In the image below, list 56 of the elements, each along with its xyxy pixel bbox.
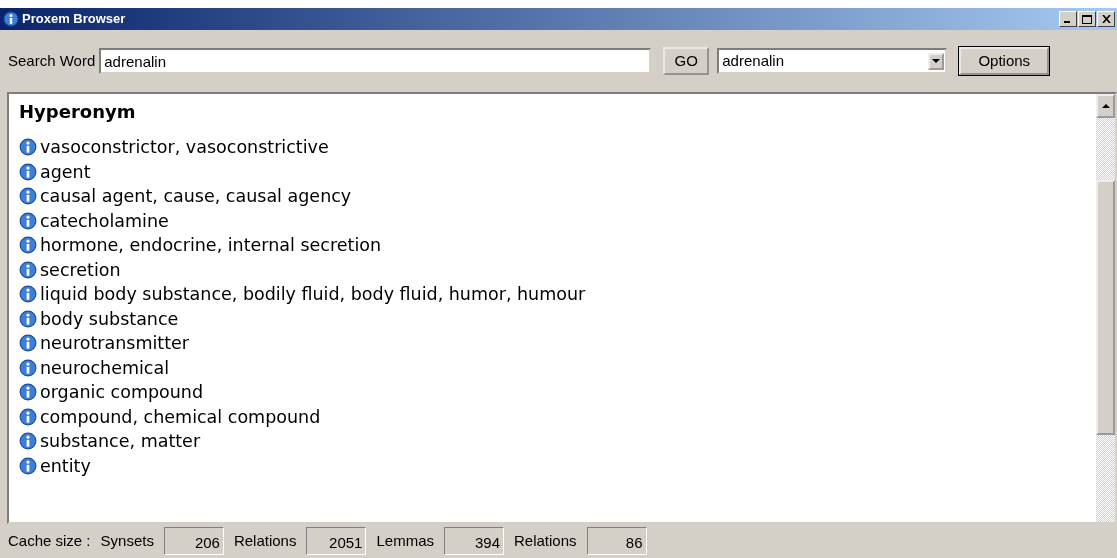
scrollbar[interactable] xyxy=(1096,94,1115,522)
maximize-icon xyxy=(1082,14,1092,24)
info-icon xyxy=(19,309,37,328)
list-item[interactable]: catecholamine xyxy=(40,207,169,234)
stat-label: Relations xyxy=(233,530,297,551)
list-item[interactable]: hormone, endocrine, internal secretion xyxy=(40,232,382,259)
info-icon xyxy=(19,334,37,353)
list-item[interactable]: organic compound xyxy=(40,379,204,406)
list-item[interactable]: causal agent, cause, causal agency xyxy=(40,183,352,210)
stat-value: 206 xyxy=(163,527,224,555)
list-item[interactable]: neurochemical xyxy=(40,354,170,381)
list-item[interactable]: liquid body substance, bodily fluid, body fluid, humor, humour xyxy=(40,281,586,308)
cache-size-label: Cache size : xyxy=(8,530,91,551)
stat-value: 86 xyxy=(586,527,647,555)
stat-label: Relations xyxy=(514,530,577,551)
section-heading: Hyperonym xyxy=(19,100,137,124)
info-icon xyxy=(19,456,37,475)
list-item[interactable]: entity xyxy=(40,452,91,479)
info-icon xyxy=(19,285,37,304)
scroll-thumb[interactable] xyxy=(1096,180,1115,435)
maximize-button[interactable] xyxy=(1078,11,1096,27)
info-icon xyxy=(19,138,37,157)
info-icon xyxy=(19,187,37,206)
stat-label: Lemmas xyxy=(376,530,434,551)
info-icon xyxy=(19,260,37,279)
up-arrow-icon xyxy=(1101,104,1110,108)
dropdown-field[interactable]: adrenalin xyxy=(717,48,948,74)
options-button[interactable]: Options xyxy=(959,47,1050,75)
info-icon xyxy=(19,211,37,230)
scroll-up-button[interactable] xyxy=(1096,94,1115,118)
info-icon xyxy=(19,236,37,255)
stat-value: 394 xyxy=(444,527,504,555)
info-icon xyxy=(19,162,37,181)
list-item[interactable]: neurotransmitter xyxy=(40,330,190,357)
info-icon xyxy=(3,11,19,27)
go-button[interactable]: GO xyxy=(663,47,710,75)
stat-value: 2051 xyxy=(306,527,367,555)
info-icon xyxy=(19,383,37,402)
list-item[interactable]: body substance xyxy=(40,305,179,332)
down-arrow-icon xyxy=(932,59,941,63)
stat-label: Synsets xyxy=(100,530,154,551)
list-item[interactable]: compound, chemical compound xyxy=(40,403,321,430)
search-label: Search Word xyxy=(8,50,96,71)
window-title: Proxem Browser xyxy=(22,10,127,29)
list-item[interactable]: substance, matter xyxy=(40,428,201,455)
list-item[interactable]: secretion xyxy=(40,256,121,283)
dropdown-value: adrenalin xyxy=(722,50,785,71)
info-icon xyxy=(19,432,37,451)
close-button[interactable] xyxy=(1097,11,1115,27)
list-item[interactable]: agent xyxy=(40,158,91,185)
info-icon xyxy=(19,358,37,377)
list-item[interactable]: vasoconstrictor, vasoconstrictive xyxy=(40,134,329,161)
info-icon xyxy=(19,407,37,426)
search-field[interactable]: adrenalin xyxy=(99,48,652,74)
minimize-button[interactable] xyxy=(1059,11,1077,27)
close-icon xyxy=(1101,15,1111,23)
